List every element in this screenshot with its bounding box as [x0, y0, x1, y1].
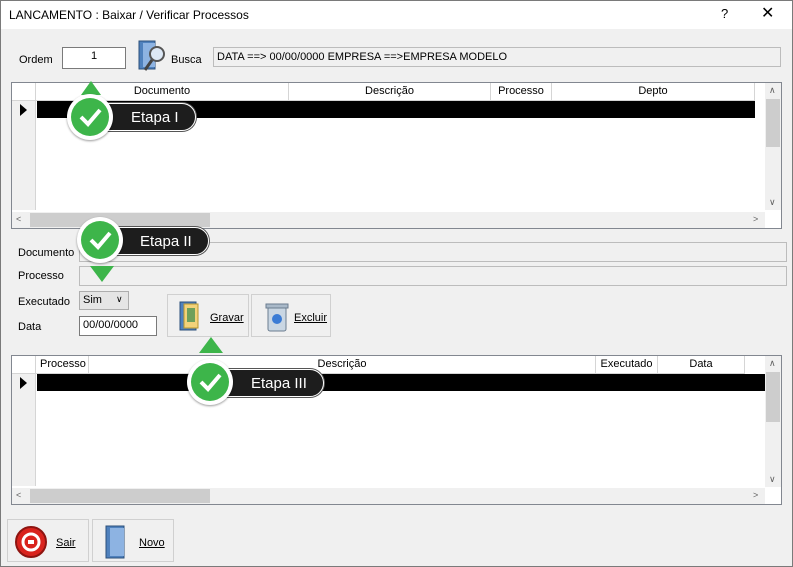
scroll-thumb[interactable]: [766, 99, 780, 147]
gravar-button[interactable]: Gravar: [167, 294, 249, 337]
window-title: LANCAMENTO : Baixar / Verificar Processo…: [9, 8, 249, 22]
scroll-right-icon[interactable]: >: [753, 490, 758, 500]
etapa2-pointer: [90, 266, 114, 282]
horizontal-scrollbar[interactable]: < >: [12, 212, 765, 228]
etapa3-pointer: [199, 337, 223, 353]
power-exit-icon: [15, 526, 47, 558]
ordem-input[interactable]: 1: [62, 47, 126, 69]
etapa3-check-icon: [187, 359, 233, 405]
column-header-executado[interactable]: Executado: [596, 356, 658, 374]
save-book-icon: [179, 301, 199, 331]
etapa1-check-icon: [67, 94, 113, 140]
column-header-data[interactable]: Data: [658, 356, 745, 374]
scroll-left-icon[interactable]: <: [16, 214, 21, 224]
new-book-icon: [105, 525, 125, 559]
novo-button[interactable]: Novo: [92, 519, 174, 562]
vertical-scrollbar[interactable]: ∧ ∨: [765, 83, 781, 210]
vertical-scrollbar[interactable]: ∧ ∨: [765, 356, 781, 487]
title-bar: LANCAMENTO : Baixar / Verificar Processo…: [1, 1, 792, 29]
current-row-arrow-icon: [20, 377, 27, 389]
busca-label: Busca: [171, 54, 202, 66]
grid-corner: [12, 356, 36, 374]
novo-label: Novo: [139, 537, 165, 549]
info-field: DATA ==> 00/00/0000 EMPRESA ==>EMPRESA M…: [213, 47, 781, 67]
gravar-label: Gravar: [210, 312, 244, 324]
scroll-up-icon[interactable]: ∧: [769, 358, 776, 369]
processo-field: [79, 266, 787, 286]
documento-label: Documento: [18, 247, 75, 259]
excluir-label: Excluir: [294, 312, 328, 324]
ordem-label: Ordem: [19, 54, 53, 66]
excluir-button[interactable]: Excluir: [251, 294, 331, 337]
column-header-depto[interactable]: Depto: [552, 83, 755, 101]
column-header-processo[interactable]: Processo: [491, 83, 552, 101]
etapa2-check-icon: [77, 217, 123, 263]
processos-grid[interactable]: Processo Descrição Executado Data ∧ ∨ < …: [11, 355, 782, 505]
scroll-down-icon[interactable]: ∨: [769, 197, 776, 208]
busca-button[interactable]: [136, 39, 172, 75]
data-label: Data: [18, 321, 42, 333]
column-header-descricao[interactable]: Descrição: [89, 356, 596, 374]
processo-label: Processo: [18, 270, 64, 282]
sair-label: Sair: [56, 537, 76, 549]
help-button[interactable]: ?: [721, 6, 728, 21]
grid-corner: [12, 83, 36, 101]
column-header-processo[interactable]: Processo: [36, 356, 89, 374]
etapa1-pointer: [81, 81, 101, 95]
scroll-up-icon[interactable]: ∧: [769, 85, 776, 96]
current-row-arrow-icon: [20, 104, 27, 116]
main-window: LANCAMENTO : Baixar / Verificar Processo…: [0, 0, 793, 567]
chevron-down-icon: ∨: [116, 294, 123, 304]
executado-value: Sim: [83, 294, 102, 306]
row-indicator-column: [12, 101, 36, 210]
scroll-thumb-h[interactable]: [30, 213, 210, 227]
column-header-descricao[interactable]: Descrição: [289, 83, 491, 101]
scroll-left-icon[interactable]: <: [16, 490, 21, 500]
scroll-thumb-h[interactable]: [30, 489, 210, 503]
close-button[interactable]: ✕: [761, 3, 774, 23]
scroll-down-icon[interactable]: ∨: [769, 474, 776, 485]
sair-button[interactable]: Sair: [7, 519, 89, 562]
row-indicator-column: [12, 374, 36, 486]
table-row[interactable]: [37, 374, 765, 391]
scroll-right-icon[interactable]: >: [753, 214, 758, 224]
executado-select[interactable]: Sim ∨: [79, 291, 129, 310]
scroll-thumb[interactable]: [766, 372, 780, 422]
search-book-icon: [138, 40, 165, 71]
data-input[interactable]: 00/00/0000: [79, 316, 157, 336]
horizontal-scrollbar[interactable]: < >: [12, 488, 765, 504]
recycle-bin-icon: [265, 303, 289, 332]
executado-label: Executado: [18, 296, 70, 308]
